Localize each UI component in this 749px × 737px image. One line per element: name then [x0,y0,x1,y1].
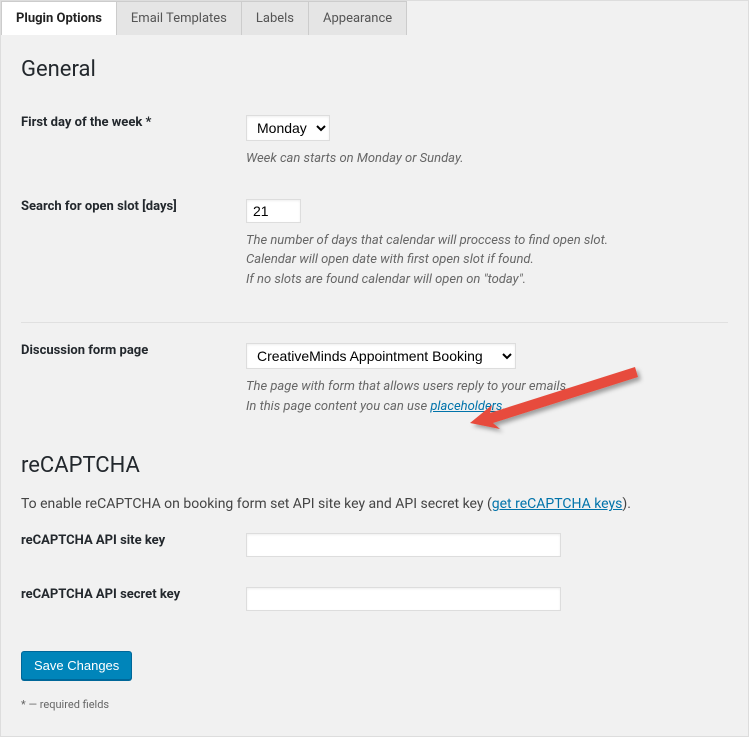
discussion-page-select[interactable]: CreativeMinds Appointment Booking [246,343,516,369]
tab-labels[interactable]: Labels [242,1,309,35]
first-day-desc: Week can starts on Monday or Sunday. [246,149,728,169]
save-button[interactable]: Save Changes [21,651,132,680]
settings-table-recaptcha: reCAPTCHA API site key reCAPTCHA API sec… [21,518,728,626]
settings-table-discussion: Discussion form page CreativeMinds Appoi… [21,328,728,431]
section-heading-general: General [21,57,728,82]
recaptcha-keys-link[interactable]: get reCAPTCHA keys [492,496,623,512]
tab-plugin-options[interactable]: Plugin Options [1,1,117,35]
recaptcha-enable-text: To enable reCAPTCHA on booking form set … [21,496,728,512]
separator [21,322,728,323]
tab-appearance[interactable]: Appearance [309,1,407,35]
label-secret-key: reCAPTCHA API secret key [21,572,246,626]
secret-key-input[interactable] [246,587,561,611]
search-days-desc: The number of days that calendar will pr… [246,231,728,290]
settings-table-general: First day of the week * Monday Week can … [21,100,728,304]
discussion-page-desc: The page with form that allows users rep… [246,377,728,416]
tab-email-templates[interactable]: Email Templates [117,1,242,35]
section-heading-recaptcha: reCAPTCHA [21,453,728,478]
site-key-input[interactable] [246,533,561,557]
label-discussion-page: Discussion form page [21,328,246,431]
required-footnote: * — required fields [21,698,728,711]
placeholders-link[interactable]: placeholders [430,399,502,414]
first-day-select[interactable]: Monday [246,115,330,141]
label-first-day: First day of the week * [21,100,246,184]
label-search-days: Search for open slot [days] [21,184,246,305]
label-site-key: reCAPTCHA API site key [21,518,246,572]
tabs-nav: Plugin Options Email Templates Labels Ap… [1,1,748,35]
search-days-input[interactable] [246,199,301,223]
